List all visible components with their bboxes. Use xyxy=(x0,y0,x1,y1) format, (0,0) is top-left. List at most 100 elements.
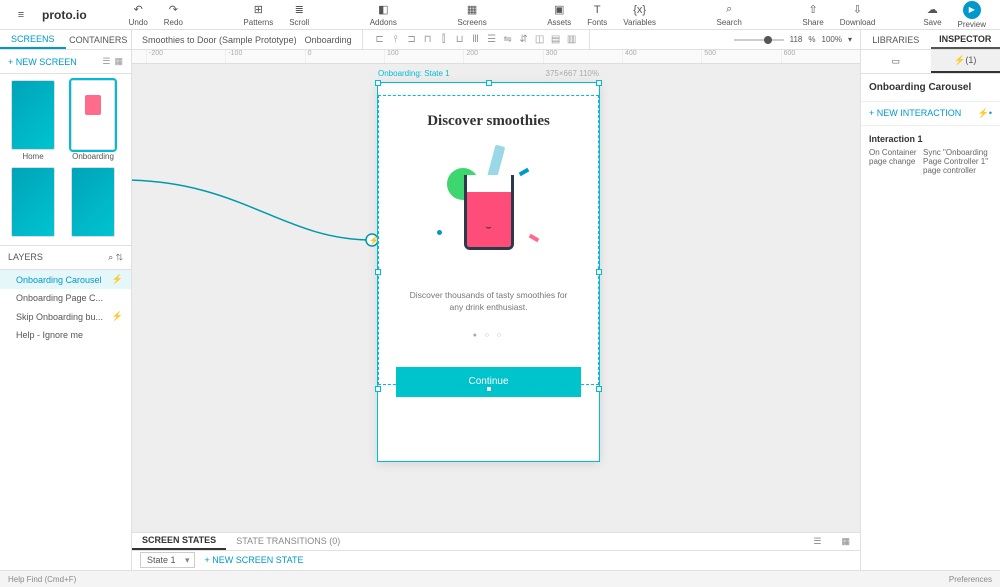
layer-help-ignore[interactable]: Help - Ignore me xyxy=(0,326,131,344)
tab-containers[interactable]: CONTAINERS xyxy=(66,30,132,49)
tab-inspector[interactable]: INSPECTOR xyxy=(931,30,1000,49)
layer-onboarding-page-controller[interactable]: Onboarding Page C... xyxy=(0,289,131,307)
inspector-panel: ▭ ⚡(1) Onboarding Carousel + NEW INTERAC… xyxy=(860,50,1000,570)
flip-h-icon[interactable]: ⇋ xyxy=(501,33,515,47)
states-grid-view-icon[interactable]: ▦ xyxy=(831,533,860,550)
menu-icon[interactable]: ≡ xyxy=(8,6,34,24)
canvas[interactable]: -200-1000100200300400500600 ⚡ Onboarding… xyxy=(132,50,860,570)
send-back-icon[interactable]: ▥ xyxy=(565,33,579,47)
distribute-h-icon[interactable]: Ⅲ xyxy=(469,33,483,47)
new-screen-button[interactable]: + NEW SCREEN ☰▦ xyxy=(0,50,131,74)
zoom-slider[interactable] xyxy=(734,39,784,41)
page-indicator[interactable]: ● ○ ○ xyxy=(378,332,599,339)
layer-onboarding-carousel[interactable]: Onboarding Carousel⚡ xyxy=(0,270,131,289)
resize-handle[interactable] xyxy=(375,80,381,86)
layer-skip-onboarding-button[interactable]: Skip Onboarding bu...⚡ xyxy=(0,307,131,326)
status-preferences[interactable]: Preferences xyxy=(949,575,992,584)
addons-button[interactable]: ◧Addons xyxy=(364,1,403,29)
align-left-icon[interactable]: ⊏ xyxy=(373,33,387,47)
undo-button[interactable]: ↶Undo xyxy=(123,1,154,29)
bottom-bar: SCREEN STATES STATE TRANSITIONS (0) ☰ ▦ … xyxy=(132,532,860,570)
align-center-v-icon[interactable]: ⫿ xyxy=(437,33,451,47)
interaction-trigger: On Container page change xyxy=(869,148,917,175)
left-panel: + NEW SCREEN ☰▦ Home Onboarding LAYERS ⌕… xyxy=(0,50,132,570)
inspector-tab-properties[interactable]: ▭ xyxy=(861,50,931,73)
new-interaction-button[interactable]: + NEW INTERACTION ⚡• xyxy=(861,102,1000,126)
resize-handle[interactable] xyxy=(486,386,492,392)
sort-icon[interactable]: ⇅ xyxy=(116,252,123,262)
flow-connector: ⚡ xyxy=(132,170,382,260)
continue-button[interactable]: Continue xyxy=(396,367,581,397)
tab-screens[interactable]: SCREENS xyxy=(0,30,66,49)
screen-thumbnails: Home Onboarding xyxy=(0,74,131,245)
breadcrumb: Smoothies to Door (Sample Prototype) Onb… xyxy=(132,35,362,45)
artboard-dimensions: 375×667 110% xyxy=(546,69,599,78)
search-icon[interactable]: ⌕ xyxy=(108,252,113,262)
ruler-value: 118 xyxy=(790,35,803,44)
sub-toolbar: SCREENS CONTAINERS Smoothies to Door (Sa… xyxy=(0,30,1000,50)
search-button[interactable]: ⌕Search xyxy=(711,1,748,29)
top-toolbar: ≡ proto.io ↶Undo ↷Redo ⊞Patterns ≣Scroll… xyxy=(0,0,1000,30)
artboard[interactable]: Onboarding: State 1 375×667 110% Discove… xyxy=(377,82,600,462)
align-center-h-icon[interactable]: ⫯ xyxy=(389,33,403,47)
resize-handle[interactable] xyxy=(375,269,381,275)
inspector-title: Onboarding Carousel xyxy=(861,74,1000,102)
interaction-item[interactable]: Interaction 1 On Container page change S… xyxy=(861,126,1000,183)
tab-state-transitions[interactable]: STATE TRANSITIONS (0) xyxy=(226,533,350,550)
resize-handle[interactable] xyxy=(596,80,602,86)
resize-handle[interactable] xyxy=(486,80,492,86)
smoothie-illustration[interactable]: ⌣ xyxy=(429,150,549,270)
patterns-button[interactable]: ⊞Patterns xyxy=(237,1,279,29)
layers-header: LAYERS ⌕ ⇅ xyxy=(0,245,131,270)
artboard-label: Onboarding: State 1 xyxy=(378,69,450,78)
screens-button[interactable]: ▦Screens xyxy=(451,1,492,29)
save-button[interactable]: ☁Save xyxy=(917,1,947,29)
alignment-tools: ⊏ ⫯ ⊐ ⊓ ⫿ ⊔ Ⅲ ☰ ⇋ ⇵ ◫ ▤ ▥ xyxy=(362,30,590,49)
align-top-icon[interactable]: ⊓ xyxy=(421,33,435,47)
inspector-tab-interactions[interactable]: ⚡(1) xyxy=(931,50,1000,73)
resize-handle[interactable] xyxy=(596,386,602,392)
status-bar: Help Find (Cmd+F) Preferences xyxy=(0,570,1000,587)
thumb-3[interactable] xyxy=(11,167,55,237)
resize-handle[interactable] xyxy=(375,386,381,392)
zoom-controls: 118 % 100% ▾ xyxy=(726,35,860,44)
thumb-onboarding[interactable] xyxy=(71,80,115,150)
breadcrumb-screen[interactable]: Onboarding xyxy=(305,35,352,45)
zoom-value[interactable]: 100% xyxy=(822,35,842,44)
grid-view-icon[interactable]: ▦ xyxy=(114,56,123,67)
redo-button[interactable]: ↷Redo xyxy=(158,1,189,29)
onboarding-title[interactable]: Discover smoothies xyxy=(378,113,599,130)
state-selector[interactable]: State 1 xyxy=(140,552,195,568)
interaction-action: Sync "Onboarding Page Controller 1" page… xyxy=(923,148,992,175)
interaction-settings-icon[interactable]: ⚡• xyxy=(978,108,992,119)
fonts-button[interactable]: TFonts xyxy=(581,1,613,29)
ruler-horizontal: -200-1000100200300400500600 xyxy=(132,50,860,64)
tab-libraries[interactable]: LIBRARIES xyxy=(861,30,931,49)
tab-screen-states[interactable]: SCREEN STATES xyxy=(132,533,226,550)
distribute-v-icon[interactable]: ☰ xyxy=(485,33,499,47)
breadcrumb-project[interactable]: Smoothies to Door (Sample Prototype) xyxy=(142,35,297,45)
logo: proto.io xyxy=(42,8,87,22)
thumb-home[interactable] xyxy=(11,80,55,150)
group-icon[interactable]: ◫ xyxy=(533,33,547,47)
assets-button[interactable]: ▣Assets xyxy=(541,1,577,29)
scroll-button[interactable]: ≣Scroll xyxy=(283,1,315,29)
thumb-4[interactable] xyxy=(71,167,115,237)
align-right-icon[interactable]: ⊐ xyxy=(405,33,419,47)
new-screen-state-button[interactable]: + NEW SCREEN STATE xyxy=(205,555,304,565)
flip-v-icon[interactable]: ⇵ xyxy=(517,33,531,47)
variables-button[interactable]: {x}Variables xyxy=(617,1,662,29)
status-left[interactable]: Help Find (Cmd+F) xyxy=(8,575,76,584)
bolt-icon: ⚡ xyxy=(112,274,123,285)
align-bottom-icon[interactable]: ⊔ xyxy=(453,33,467,47)
resize-handle[interactable] xyxy=(596,269,602,275)
bolt-icon: ⚡ xyxy=(112,311,123,322)
download-button[interactable]: ⇩Download xyxy=(834,1,882,29)
list-view-icon[interactable]: ☰ xyxy=(102,56,110,67)
chevron-down-icon[interactable]: ▾ xyxy=(848,35,852,44)
states-list-view-icon[interactable]: ☰ xyxy=(803,533,831,550)
bring-front-icon[interactable]: ▤ xyxy=(549,33,563,47)
onboarding-subtitle[interactable]: Discover thousands of tasty smoothies fo… xyxy=(378,290,599,314)
preview-button[interactable]: ▶Preview xyxy=(952,0,992,31)
share-button[interactable]: ⇧Share xyxy=(796,1,829,29)
